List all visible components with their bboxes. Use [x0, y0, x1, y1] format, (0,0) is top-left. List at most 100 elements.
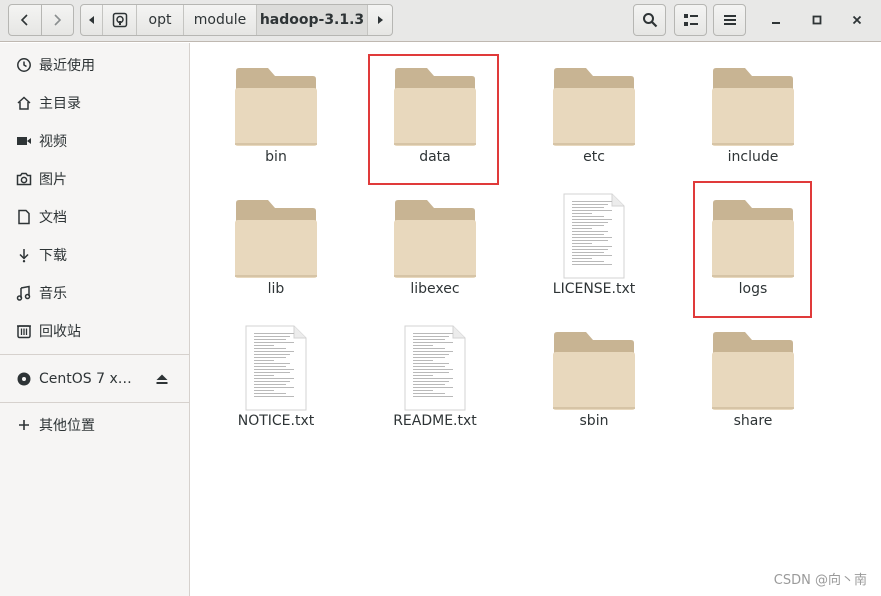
disc-icon — [15, 370, 33, 388]
forward-button[interactable] — [40, 5, 73, 35]
sidebar: 最近使用 主目录 视频 图片 文档 下载 音乐 回收站 CentOS 7 x… … — [0, 43, 190, 596]
text-file-icon — [245, 325, 307, 411]
close-icon — [852, 15, 862, 25]
item-icon-container — [683, 313, 823, 411]
sidebar-item-label: CentOS 7 x… — [39, 371, 132, 387]
sidebar-item-label: 回收站 — [39, 324, 81, 340]
folder-icon — [394, 200, 476, 278]
sidebar-item-label: 音乐 — [39, 286, 67, 302]
sidebar-item-label: 主目录 — [39, 96, 81, 112]
item-icon-container — [524, 313, 664, 411]
triangle-right-icon — [378, 16, 383, 24]
folder-item-bin[interactable]: bin — [206, 49, 346, 179]
history-nav — [8, 4, 74, 36]
folder-item-etc[interactable]: etc — [524, 49, 664, 179]
eject-button[interactable] — [152, 369, 172, 389]
drive-icon — [112, 12, 127, 28]
sidebar-item-other-locations[interactable]: 其他位置 — [0, 408, 189, 442]
sidebar-item-label: 最近使用 — [39, 58, 95, 74]
file-item-notice-txt[interactable]: NOTICE.txt — [206, 313, 346, 443]
item-label: bin — [265, 149, 287, 165]
minimize-icon — [772, 22, 780, 24]
item-label: lib — [267, 281, 285, 297]
minimize-button[interactable] — [763, 7, 789, 33]
folder-icon — [235, 200, 317, 278]
item-icon-container — [206, 313, 346, 411]
sidebar-item-music[interactable]: 音乐 — [0, 276, 189, 310]
folder-item-sbin[interactable]: sbin — [524, 313, 664, 443]
sidebar-item-trash[interactable]: 回收站 — [0, 314, 189, 348]
hamburger-icon — [723, 15, 736, 25]
folder-icon — [235, 68, 317, 146]
sidebar-separator — [0, 354, 189, 355]
sidebar-separator — [0, 402, 189, 403]
item-label: etc — [583, 149, 605, 165]
path-segment-opt[interactable]: opt — [137, 5, 184, 35]
path-segment-module[interactable]: module — [184, 5, 257, 35]
watermark: CSDN @向丶南 — [773, 573, 867, 588]
folder-icon — [712, 332, 794, 410]
item-icon-container — [365, 313, 505, 411]
sidebar-item-documents[interactable]: 文档 — [0, 200, 189, 234]
path-scroll-right-button[interactable] — [368, 5, 392, 35]
plus-icon — [15, 416, 33, 434]
file-item-readme-txt[interactable]: README.txt — [365, 313, 505, 443]
maximize-icon — [812, 15, 822, 25]
back-button[interactable] — [9, 5, 41, 35]
trash-icon — [15, 322, 33, 340]
file-item-license-txt[interactable]: LICENSE.txt — [524, 181, 664, 311]
item-label: LICENSE.txt — [552, 281, 636, 297]
path-scroll-left-button[interactable] — [81, 5, 103, 35]
highlight-box-data — [368, 54, 499, 185]
folder-item-share[interactable]: share — [683, 313, 823, 443]
item-label: NOTICE.txt — [237, 413, 315, 429]
item-icon-container — [206, 181, 346, 279]
camera-icon — [15, 170, 33, 188]
item-icon-container — [683, 49, 823, 147]
view-toggle-button[interactable] — [674, 4, 707, 36]
sidebar-item-videos[interactable]: 视频 — [0, 124, 189, 158]
home-icon — [15, 94, 33, 112]
chevron-left-icon — [20, 14, 28, 26]
folder-item-lib[interactable]: lib — [206, 181, 346, 311]
folder-item-include[interactable]: include — [683, 49, 823, 179]
item-label: include — [727, 149, 779, 165]
item-icon-container — [206, 49, 346, 147]
close-button[interactable] — [844, 7, 870, 33]
sidebar-item-pictures[interactable]: 图片 — [0, 162, 189, 196]
item-icon-container — [524, 49, 664, 147]
item-label: sbin — [579, 413, 609, 429]
folder-item-libexec[interactable]: libexec — [365, 181, 505, 311]
text-file-icon — [563, 193, 625, 279]
path-segment-hadoop[interactable]: hadoop-3.1.3 — [257, 5, 368, 35]
path-bar: opt module hadoop-3.1.3 — [80, 4, 393, 36]
menu-button[interactable] — [713, 4, 746, 36]
music-icon — [15, 284, 33, 302]
item-label: libexec — [410, 281, 460, 297]
header-bar: opt module hadoop-3.1.3 — [0, 0, 881, 42]
text-file-icon — [404, 325, 466, 411]
triangle-left-icon — [88, 16, 94, 24]
chevron-right-icon — [54, 14, 62, 26]
sidebar-item-label: 下载 — [39, 248, 67, 264]
eject-icon — [156, 374, 168, 384]
list-view-icon — [683, 14, 698, 26]
folder-icon — [553, 68, 635, 146]
item-icon-container — [365, 181, 505, 279]
item-label: README.txt — [393, 413, 477, 429]
sidebar-item-downloads[interactable]: 下载 — [0, 238, 189, 272]
video-icon — [15, 132, 33, 150]
item-label: share — [733, 413, 773, 429]
path-root-button[interactable] — [103, 5, 137, 35]
sidebar-item-label: 其他位置 — [39, 418, 95, 434]
maximize-button[interactable] — [804, 7, 830, 33]
sidebar-item-recent[interactable]: 最近使用 — [0, 48, 189, 82]
sidebar-item-home[interactable]: 主目录 — [0, 86, 189, 120]
search-icon — [642, 13, 657, 28]
document-icon — [15, 208, 33, 226]
search-button[interactable] — [633, 4, 666, 36]
clock-icon — [15, 56, 33, 74]
folder-icon — [712, 68, 794, 146]
sidebar-item-label: 文档 — [39, 210, 67, 226]
download-icon — [15, 246, 33, 264]
